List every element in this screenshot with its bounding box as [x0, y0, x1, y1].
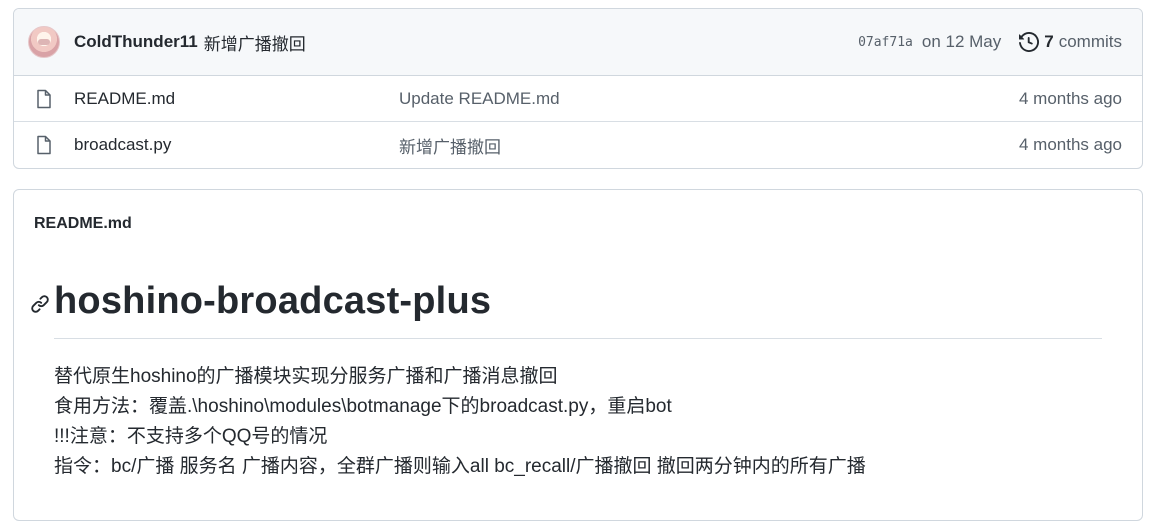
latest-commit-bar: ColdThunder11 新增广播撤回 07af71a on 12 May 7…	[14, 9, 1142, 76]
file-icon	[36, 135, 56, 155]
readme-line: 替代原生hoshino的广播模块实现分服务广播和广播消息撤回	[54, 366, 558, 387]
commit-sha[interactable]: 07af71a	[858, 35, 913, 50]
commits-label: commits	[1058, 32, 1122, 51]
readme-line: 食用方法：覆盖.\hoshino\modules\botmanage下的broa…	[54, 396, 672, 417]
commits-count: 7	[1044, 32, 1054, 51]
file-age: 4 months ago	[1018, 135, 1122, 154]
file-row[interactable]: broadcast.py 新增广播撤回 4 months ago	[14, 122, 1142, 168]
readme-panel: README.md hoshino-broadcast-plus 替代原生hos…	[13, 189, 1143, 521]
readme-line: !!!注意：不支持多个QQ号的情况	[54, 426, 328, 447]
file-commit-message[interactable]: 新增广播撤回	[399, 133, 501, 158]
file-row[interactable]: README.md Update README.md 4 months ago	[14, 76, 1142, 122]
history-icon	[1019, 32, 1040, 52]
file-commit-message[interactable]: Update README.md	[399, 89, 560, 109]
readme-header[interactable]: README.md	[34, 215, 132, 233]
commit-author[interactable]: ColdThunder11	[74, 32, 198, 52]
title-divider	[54, 338, 1102, 339]
file-icon	[36, 89, 56, 109]
file-age: 4 months ago	[1018, 88, 1122, 108]
readme-title: hoshino-broadcast-plus	[54, 280, 492, 322]
readme-body: 替代原生hoshino的广播模块实现分服务广播和广播消息撤回 食用方法：覆盖.\…	[54, 362, 866, 482]
file-browser: ColdThunder11 新增广播撤回 07af71a on 12 May 7…	[13, 8, 1143, 169]
file-name[interactable]: broadcast.py	[74, 135, 171, 155]
readme-line: 指令：bc/广播 服务名 广播内容，全群广播则输入all bc_recall/广…	[54, 456, 866, 477]
avatar[interactable]	[28, 26, 60, 58]
commits-link[interactable]: 7 commits	[1019, 32, 1122, 52]
link-icon[interactable]	[30, 294, 50, 319]
commit-message[interactable]: 新增广播撤回	[204, 30, 306, 55]
commit-date: on 12 May	[921, 32, 1002, 51]
file-name[interactable]: README.md	[74, 89, 175, 109]
